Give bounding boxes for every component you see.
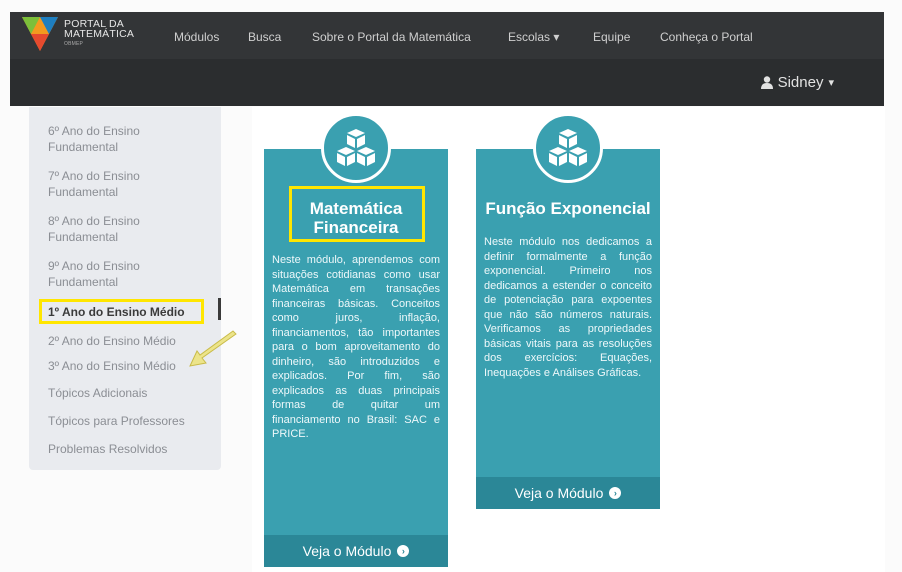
user-icon bbox=[760, 76, 773, 89]
sidebar-item-6ano[interactable]: 6º Ano do Ensino Fundamental bbox=[48, 123, 208, 155]
nav-sobre[interactable]: Sobre o Portal da Matemática bbox=[312, 30, 471, 44]
cubes-icon bbox=[533, 113, 603, 183]
navbar-bottom bbox=[10, 59, 884, 106]
active-indicator bbox=[218, 298, 221, 320]
arrow-pointer-icon bbox=[189, 330, 237, 367]
chevron-down-icon: ▾ bbox=[828, 77, 834, 89]
arrow-right-circle-icon: › bbox=[609, 487, 622, 499]
logo-mark-icon bbox=[22, 17, 58, 51]
view-module-button[interactable]: Veja o Módulo › bbox=[476, 477, 660, 509]
sidebar-item-problemas-resolvidos[interactable]: Problemas Resolvidos bbox=[48, 441, 208, 457]
nav-conheca[interactable]: Conheça o Portal bbox=[660, 30, 753, 44]
logo-text: Portal da Matemática OBMEP bbox=[64, 19, 134, 49]
logo-sub: OBMEP bbox=[64, 41, 84, 47]
nav-equipe[interactable]: Equipe bbox=[593, 30, 630, 44]
sidebar-item-8ano[interactable]: 8º Ano do Ensino Fundamental bbox=[48, 213, 208, 245]
nav-escolas[interactable]: Escolas ▾ bbox=[508, 30, 559, 44]
highlight-box-title bbox=[289, 186, 425, 242]
button-label: Veja o Módulo bbox=[514, 485, 604, 501]
user-name: Sidney bbox=[777, 74, 824, 91]
sidebar-item-topicos-professores[interactable]: Tópicos para Professores bbox=[48, 413, 208, 429]
card-description: Neste módulo nos dedicamos a definir for… bbox=[484, 236, 652, 379]
card-description: Neste módulo, aprendemos com situações c… bbox=[272, 254, 440, 440]
arrow-right-circle-icon: › bbox=[397, 545, 410, 557]
nav-modulos[interactable]: Módulos bbox=[174, 30, 219, 44]
button-label: Veja o Módulo bbox=[302, 543, 392, 559]
user-menu[interactable]: Sidney ▾ bbox=[760, 74, 834, 91]
card-title: Função Exponencial bbox=[485, 199, 651, 218]
site-logo[interactable]: Portal da Matemática OBMEP bbox=[22, 17, 134, 51]
highlight-box-sidebar bbox=[39, 299, 204, 324]
sidebar-item-9ano[interactable]: 9º Ano do Ensino Fundamental bbox=[48, 258, 208, 290]
sidebar-item-7ano[interactable]: 7º Ano do Ensino Fundamental bbox=[48, 168, 208, 200]
sidebar-item-3ano-medio[interactable]: 3º Ano do Ensino Médio bbox=[48, 358, 208, 374]
page-frame: Portal da Matemática OBMEP Módulos Busca… bbox=[0, 0, 902, 572]
logo-line2: Matemática bbox=[64, 28, 135, 40]
sidebar-item-topicos-adicionais[interactable]: Tópicos Adicionais bbox=[48, 385, 208, 401]
nav-busca[interactable]: Busca bbox=[248, 30, 281, 44]
module-card-exponencial: Função Exponencial Neste módulo nos dedi… bbox=[476, 149, 660, 509]
sidebar-item-2ano-medio[interactable]: 2º Ano do Ensino Médio bbox=[48, 333, 208, 349]
view-module-button[interactable]: Veja o Módulo › bbox=[264, 535, 448, 567]
cubes-icon bbox=[321, 113, 391, 183]
module-card-financeira: Matemática Financeira Neste módulo, apre… bbox=[264, 149, 448, 567]
